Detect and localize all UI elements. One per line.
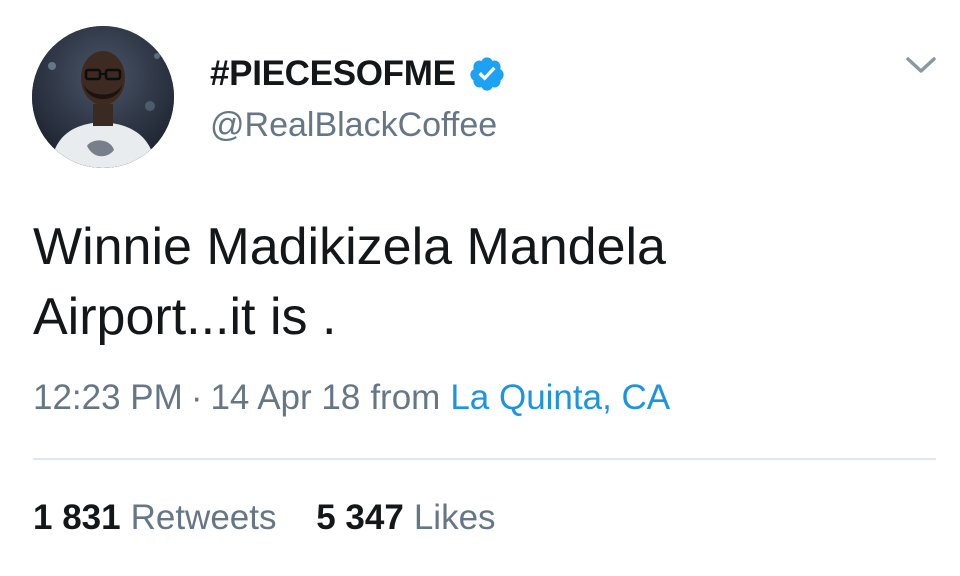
- display-name[interactable]: #PIECESOFME: [210, 54, 456, 94]
- likes-stat[interactable]: 5 347 Likes: [316, 498, 495, 538]
- chevron-down-icon[interactable]: [904, 52, 938, 78]
- tweet-text: Winnie Madikizela Mandela Airport...it i…: [33, 212, 913, 352]
- tweet-metadata: 12:23 PM · 14 Apr 18 from La Quinta, CA: [33, 378, 670, 418]
- profile-photo: [32, 26, 174, 168]
- retweets-count: 1 831: [33, 498, 121, 537]
- from-label: from: [370, 378, 441, 417]
- retweets-stat[interactable]: 1 831 Retweets: [33, 498, 277, 538]
- divider: [33, 458, 936, 460]
- tweet-card: #PIECESOFME @RealBlackCoffee Winnie Madi…: [0, 0, 960, 576]
- tweet-text-line: Airport...it is .: [33, 288, 337, 346]
- likes-count: 5 347: [316, 498, 404, 537]
- verified-badge-icon: [468, 55, 506, 93]
- display-name-row: #PIECESOFME: [210, 52, 506, 96]
- tweet-text-line: Winnie Madikizela Mandela: [33, 218, 666, 276]
- user-handle[interactable]: @RealBlackCoffee: [210, 106, 497, 145]
- meta-separator: ·: [190, 378, 203, 417]
- location-link[interactable]: La Quinta, CA: [450, 378, 670, 417]
- avatar[interactable]: [32, 26, 174, 168]
- tweet-date[interactable]: 14 Apr 18: [210, 378, 360, 417]
- likes-label: Likes: [413, 498, 496, 537]
- engagement-stats: 1 831 Retweets 5 347 Likes: [33, 498, 496, 538]
- tweet-time[interactable]: 12:23 PM: [33, 378, 183, 417]
- retweets-label: Retweets: [130, 498, 277, 537]
